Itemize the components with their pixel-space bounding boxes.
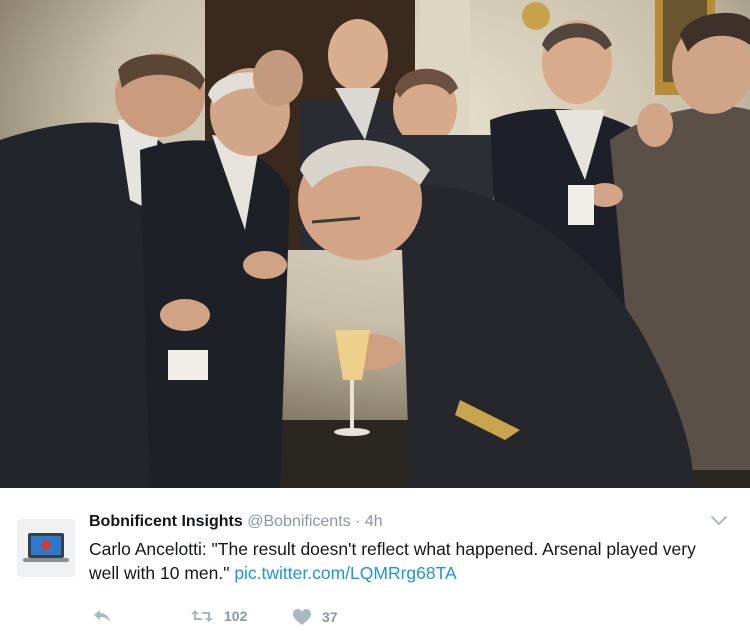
user-handle[interactable]: @Bobnificents bbox=[247, 513, 350, 530]
tweet-header: Bobnificent Insights @Bobnificents · 4h bbox=[89, 513, 383, 531]
tweet-photo[interactable] bbox=[0, 0, 750, 488]
laptop-avatar-icon bbox=[17, 519, 75, 577]
avatar[interactable] bbox=[17, 519, 75, 577]
separator-dot: · bbox=[355, 513, 361, 530]
reply-button[interactable] bbox=[92, 608, 112, 624]
tweet-actions: 102 37 bbox=[0, 600, 750, 630]
heart-icon bbox=[293, 609, 311, 625]
retweet-count: 102 bbox=[224, 608, 248, 624]
retweet-icon bbox=[191, 610, 213, 622]
reply-icon bbox=[94, 610, 110, 622]
retweet-button[interactable]: 102 bbox=[190, 608, 247, 624]
display-name[interactable]: Bobnificent Insights bbox=[89, 513, 243, 530]
chevron-down-icon[interactable] bbox=[710, 514, 728, 528]
tweet-timestamp[interactable]: 4h bbox=[365, 513, 383, 530]
like-button[interactable]: 37 bbox=[292, 608, 338, 626]
pic-link[interactable]: pic.twitter.com/LQMRrg68TA bbox=[234, 563, 456, 583]
men-laughing-photo bbox=[0, 0, 750, 488]
tweet-text: Carlo Ancelotti: "The result doesn't ref… bbox=[89, 537, 719, 585]
like-count: 37 bbox=[322, 609, 338, 625]
